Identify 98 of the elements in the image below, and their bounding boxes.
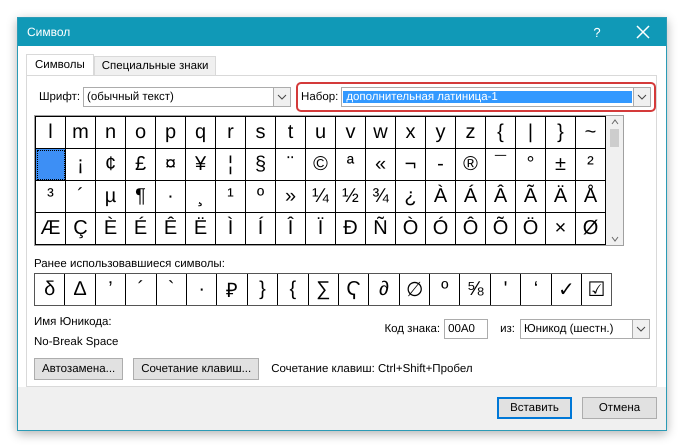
symbol-cell[interactable]: Ö bbox=[516, 213, 546, 245]
font-dropdown[interactable]: (обычный текст) bbox=[83, 87, 292, 107]
symbol-cell[interactable]: Õ bbox=[486, 213, 516, 245]
symbol-cell[interactable]: ¡ bbox=[66, 149, 96, 181]
symbol-cell[interactable]: ¾ bbox=[366, 181, 396, 213]
symbol-cell[interactable]: ½ bbox=[336, 181, 366, 213]
recent-symbol[interactable]: ☑ bbox=[582, 274, 612, 305]
symbol-cell[interactable]: ± bbox=[546, 149, 576, 181]
tab[interactable]: Символы bbox=[26, 54, 94, 75]
font-label: Шрифт: bbox=[39, 91, 80, 103]
symbol-cell[interactable]: ¼ bbox=[306, 181, 336, 213]
symbol-cell[interactable]: £ bbox=[126, 149, 156, 181]
symbol-cell[interactable]: Ô bbox=[456, 213, 486, 245]
chevron-down-icon bbox=[637, 94, 648, 100]
symbol-cell[interactable]: p bbox=[156, 117, 186, 149]
symbol-cell[interactable]: ¶ bbox=[126, 181, 156, 213]
symbol-cell[interactable]: ¬ bbox=[396, 149, 426, 181]
symbol-cell[interactable]: r bbox=[216, 117, 246, 149]
symbol-cell[interactable]: u bbox=[306, 117, 336, 149]
symbol-cell[interactable]: ¦ bbox=[216, 149, 246, 181]
symbol-cell[interactable]: y bbox=[426, 117, 456, 149]
symbol-cell[interactable]: ¨ bbox=[276, 149, 306, 181]
unicode-name-label: Имя Юникода: bbox=[34, 316, 113, 328]
symbol-cell[interactable]: ¿ bbox=[396, 181, 426, 213]
char-code-label: Код знака: bbox=[384, 323, 440, 335]
symbol-cell[interactable]: | bbox=[516, 117, 546, 149]
symbol-cell[interactable]: ¹ bbox=[216, 181, 246, 213]
symbol-cell[interactable]: ¢ bbox=[96, 149, 126, 181]
dialog-button[interactable]: Сочетание клавиш... bbox=[133, 358, 260, 380]
scroll-thumb[interactable] bbox=[610, 129, 619, 147]
char-code-field[interactable]: 00A0 bbox=[444, 319, 488, 339]
tab[interactable]: Специальные знаки bbox=[94, 56, 216, 75]
symbol-cell[interactable]: ¤ bbox=[156, 149, 186, 181]
symbol-cell[interactable]: ° bbox=[516, 149, 546, 181]
symbol-cell[interactable]: t bbox=[276, 117, 306, 149]
symbol-cell[interactable]: } bbox=[546, 117, 576, 149]
symbol-cell[interactable]: © bbox=[306, 149, 336, 181]
symbol-cell[interactable]: Î bbox=[276, 213, 306, 245]
symbol-cell[interactable]: Á bbox=[456, 181, 486, 213]
symbol-cell[interactable]: m bbox=[66, 117, 96, 149]
cancel-button[interactable]: Отмена bbox=[582, 397, 657, 419]
subset-label: Набор: bbox=[301, 91, 338, 103]
symbol-cell[interactable]: ª bbox=[336, 149, 366, 181]
symbol-cell[interactable]: Ê bbox=[156, 213, 186, 245]
symbol-cell[interactable]: « bbox=[366, 149, 396, 181]
dialog-button[interactable]: Автозамена... bbox=[34, 358, 124, 380]
symbol-cell[interactable]: Ã bbox=[516, 181, 546, 213]
window-title: Символ bbox=[27, 25, 72, 39]
symbol-cell[interactable]: È bbox=[96, 213, 126, 245]
symbol-cell[interactable]: z bbox=[456, 117, 486, 149]
symbol-cell[interactable]: o bbox=[126, 117, 156, 149]
scroll-down-icon[interactable] bbox=[610, 236, 618, 242]
symbol-cell[interactable]: µ bbox=[96, 181, 126, 213]
symbol-cell[interactable]: ® bbox=[456, 149, 486, 181]
encoding-dropdown[interactable]: Юникод (шестн.) bbox=[520, 319, 650, 339]
symbol-cell[interactable]: Ó bbox=[426, 213, 456, 245]
symbol-cell[interactable]: n bbox=[96, 117, 126, 149]
symbol-cell[interactable]: § bbox=[246, 149, 276, 181]
symbol-cell[interactable]: » bbox=[276, 181, 306, 213]
symbol-cell[interactable]: Í bbox=[246, 213, 276, 245]
symbol-cell[interactable]: Ñ bbox=[366, 213, 396, 245]
symbol-cell[interactable]: Â bbox=[486, 181, 516, 213]
chevron-down-icon bbox=[636, 326, 646, 332]
symbol-cell[interactable]: À bbox=[426, 181, 456, 213]
scroll-up-icon[interactable] bbox=[610, 119, 618, 125]
symbol-cell[interactable]: Ò bbox=[396, 213, 426, 245]
symbol-cell[interactable]: Ç bbox=[66, 213, 96, 245]
symbol-cell[interactable]: º bbox=[246, 181, 276, 213]
unicode-name: No-Break Space bbox=[34, 336, 118, 348]
symbol-cell[interactable]: Ë bbox=[186, 213, 216, 245]
symbol-cell[interactable]: Æ bbox=[36, 213, 66, 245]
recent-label: Ранее использовавшиеся символы: bbox=[34, 258, 226, 270]
symbol-cell[interactable]: ¸ bbox=[186, 181, 216, 213]
symbol-cell[interactable]: v bbox=[336, 117, 366, 149]
symbol-cell[interactable]: Ï bbox=[306, 213, 336, 245]
symbol-cell[interactable]: Ä bbox=[546, 181, 576, 213]
symbol-cell[interactable]: { bbox=[486, 117, 516, 149]
insert-button[interactable]: Вставить bbox=[497, 397, 572, 419]
symbol-cell[interactable]: s bbox=[246, 117, 276, 149]
symbol-cell[interactable]: × bbox=[546, 213, 576, 245]
chevron-down-icon bbox=[277, 94, 288, 100]
shortcut-text: Сочетание клавиш: Ctrl+Shift+Пробел bbox=[271, 363, 473, 375]
symbol-cell[interactable]: · bbox=[156, 181, 186, 213]
symbol-cell[interactable]: É bbox=[126, 213, 156, 245]
symbol-cell[interactable]: Ì bbox=[216, 213, 246, 245]
symbol-cell[interactable]: - bbox=[426, 149, 456, 181]
symbol-cell[interactable]: w bbox=[366, 117, 396, 149]
symbol-cell[interactable]: ¯ bbox=[486, 149, 516, 181]
symbol-cell[interactable] bbox=[36, 149, 66, 181]
scrollbar[interactable] bbox=[606, 116, 623, 245]
symbol-cell[interactable]: x bbox=[396, 117, 426, 149]
symbol-cell[interactable]: ¥ bbox=[186, 149, 216, 181]
symbol-cell[interactable]: ³ bbox=[36, 181, 66, 213]
close-icon bbox=[636, 25, 650, 39]
symbol-cell[interactable]: ´ bbox=[66, 181, 96, 213]
symbol-cell[interactable]: Ð bbox=[336, 213, 366, 245]
from-label: из: bbox=[500, 323, 515, 335]
symbol-cell[interactable]: q bbox=[186, 117, 216, 149]
